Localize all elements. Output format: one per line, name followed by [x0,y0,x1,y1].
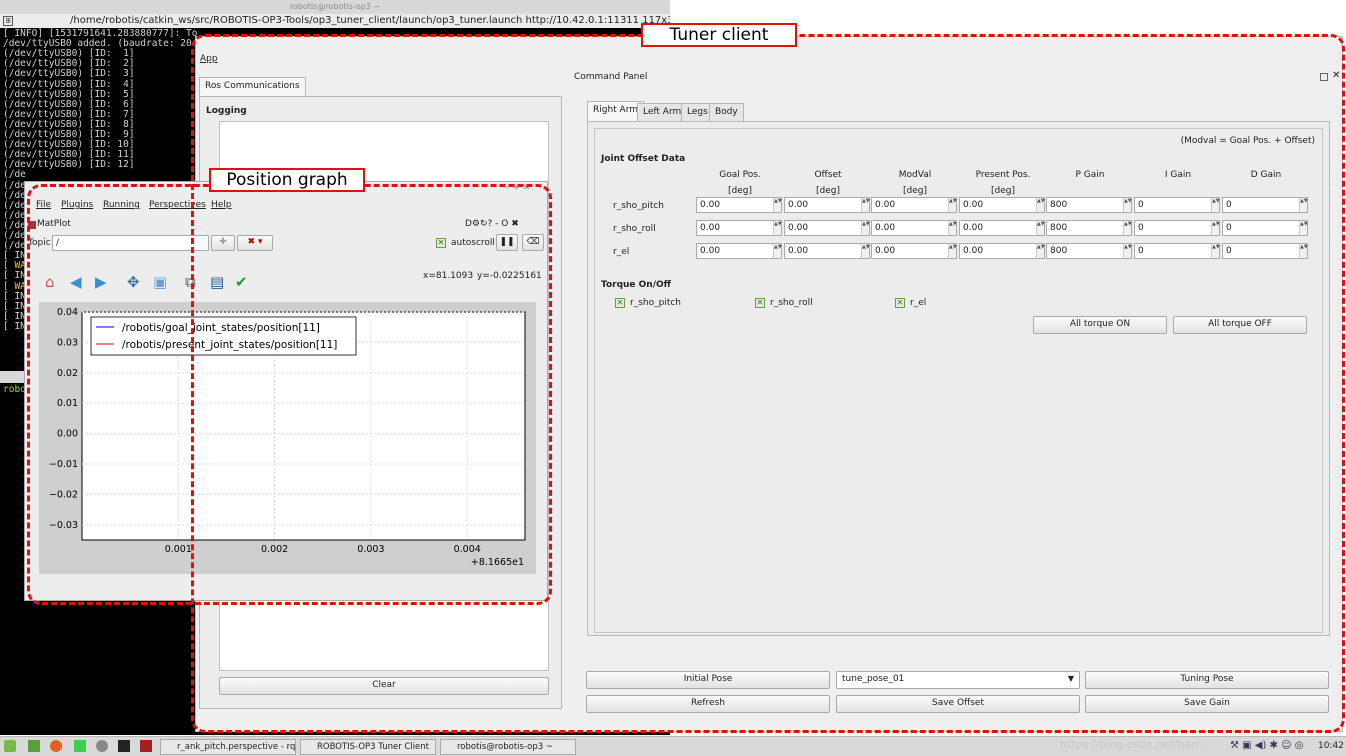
gear-icon[interactable] [96,740,108,752]
terminal-line: [ IN [3,270,26,282]
terminal-path-bar: /home/robotis/catkin_ws/src/ROBOTIS-OP3-… [0,14,670,28]
terminal-title: robotis@robotis-op3 ~ [0,0,670,14]
terminal2-prompt: robo [3,384,26,395]
desktop-icon[interactable] [28,740,40,752]
taskbar: r_ank_pitch.perspective - rqt ROBOTIS-OP… [0,736,1346,756]
tray-icons[interactable]: ⚒ ▣ ◀) ✱ ☺ ◎ [1230,740,1303,751]
position-graph-callout: Position graph [209,168,365,192]
terminal-line: [ IN [3,320,26,332]
task-rqt[interactable]: r_ank_pitch.perspective - rqt [160,739,296,755]
watermark: https://blog.csdn.net/ban... [1060,738,1209,751]
task-tuner-client[interactable]: ROBOTIS-OP3 Tuner Client [300,739,436,755]
terminal-menu-icon[interactable]: ⊞ [3,16,13,26]
app-icon[interactable] [140,740,152,752]
start-icon[interactable] [4,740,16,752]
terminal-line: (/dev/ttyUSB0) [ID: 3] [3,68,135,80]
clock: 10:42 [1318,741,1344,751]
tuner-client-callout: Tuner client [641,23,797,47]
task-terminal[interactable]: robotis@robotis-op3 ~ [440,739,576,755]
terminal-line: (/de [3,169,26,181]
qt-icon[interactable] [74,740,86,752]
position-graph-highlight [27,184,552,605]
firefox-icon[interactable] [50,740,62,752]
terminal-icon[interactable] [118,740,130,752]
